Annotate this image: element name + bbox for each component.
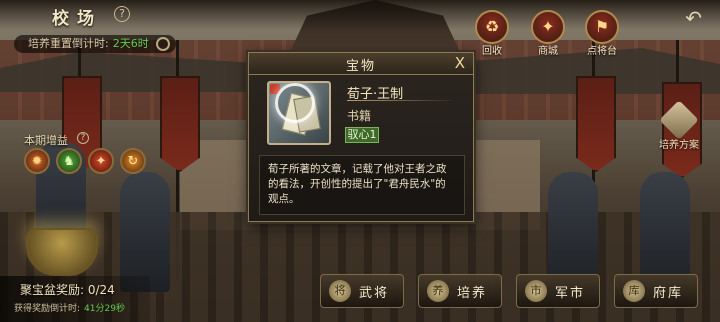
search-icon[interactable] — [156, 37, 170, 51]
reset-timer: 培养重置倒计时: 2天6时 — [14, 35, 176, 53]
shop-button[interactable]: ✦ 商城 — [528, 10, 568, 57]
countdown-label: 获得奖励倒计时: — [14, 304, 81, 314]
item-divider — [347, 100, 457, 101]
nav-generals-label: 武将 — [359, 285, 390, 301]
general-stage-icon: ⚑ — [585, 10, 619, 44]
blade-bonus-icon[interactable]: ✦ — [88, 148, 114, 174]
recycle-icon: ♻ — [475, 10, 509, 44]
item-description-box: 荀子所著的文章，记载了他对王者之政的看法，开创性的提出了"君舟民水"的观点。 — [259, 155, 465, 215]
nav-market[interactable]: 市 军市 — [516, 274, 600, 308]
war-banner — [576, 76, 616, 172]
recycle-label: 回收 — [482, 46, 502, 57]
treasury-icon: 库 — [623, 280, 645, 302]
soldier-bonus-icon[interactable]: ♞ — [56, 148, 82, 174]
item-type: 书籍 — [347, 109, 372, 123]
treasure-countdown: 获得奖励倒计时: 41分29秒 — [14, 301, 125, 314]
item-icon-slot — [267, 81, 331, 145]
treasure-reward: 聚宝盆奖励: 0/24 — [20, 283, 115, 297]
glow-ring-icon — [275, 83, 315, 123]
nav-training-label: 培养 — [457, 285, 488, 301]
recycle-button[interactable]: ♻ 回收 — [472, 10, 512, 57]
bonus-label: 本期增益 — [24, 134, 68, 147]
shop-label: 商城 — [538, 46, 558, 57]
item-description: 荀子所著的文章，记载了他对王者之政的看法，开创性的提出了"君舟民水"的观点。 — [268, 163, 447, 205]
nav-market-label: 军市 — [555, 285, 586, 301]
nav-training[interactable]: 养 培养 — [418, 274, 502, 308]
bonus-icons: ✹ ♞ ✦ ↻ — [24, 148, 146, 174]
soldier-figure — [120, 172, 170, 292]
countdown-value: 41分29秒 — [84, 304, 125, 314]
general-stage-button[interactable]: ⚑ 点将台 — [582, 10, 622, 57]
market-icon: 市 — [525, 280, 547, 302]
generals-icon: 将 — [329, 280, 351, 302]
swirl-bonus-icon[interactable]: ↻ — [120, 148, 146, 174]
general-stage-label: 点将台 — [587, 46, 617, 57]
treasure-pot[interactable] — [26, 228, 98, 276]
timer-value: 2天6时 — [112, 37, 149, 50]
help-icon[interactable]: ? — [114, 6, 130, 22]
dialog-header: 宝物 X — [249, 53, 473, 75]
nav-treasury-label: 府库 — [653, 285, 684, 301]
shop-icon: ✦ — [531, 10, 565, 44]
fire-bonus-icon[interactable]: ✹ — [24, 148, 50, 174]
page-title: 校场 — [52, 9, 102, 29]
training-plan-button[interactable]: 培养方案 — [656, 100, 702, 151]
item-detail-dialog: 宝物 X 荀子·王制 书籍 驭心1 荀子所著的文章，记载了他对王者之政的看法，开… — [248, 52, 474, 222]
training-plan-icon — [659, 100, 699, 140]
close-button[interactable]: X — [455, 54, 465, 72]
back-icon[interactable]: ↶ — [685, 6, 702, 30]
dialog-title: 宝物 — [345, 59, 376, 74]
bottom-nav: 将 武将 养 培养 市 军市 库 府库 — [320, 274, 720, 316]
nav-treasury[interactable]: 库 府库 — [614, 274, 698, 308]
war-banner — [160, 76, 200, 172]
nav-generals[interactable]: 将 武将 — [320, 274, 404, 308]
bonus-help-icon[interactable]: ? — [77, 132, 89, 144]
training-icon: 养 — [427, 280, 449, 302]
timer-label: 培养重置倒计时: — [28, 37, 109, 50]
item-tag: 驭心1 — [345, 127, 379, 143]
